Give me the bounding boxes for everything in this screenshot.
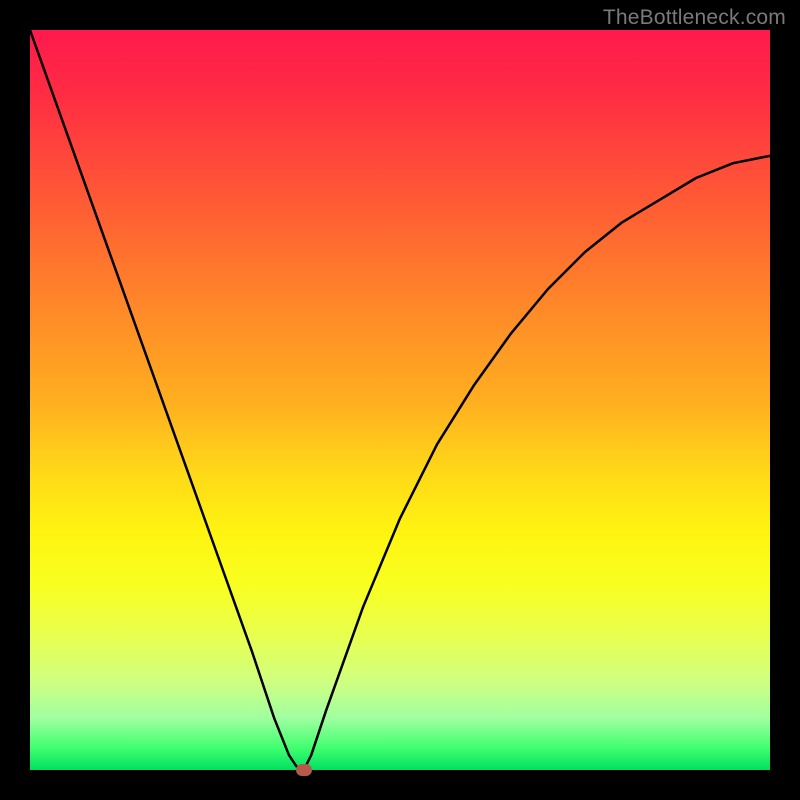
watermark-text: TheBottleneck.com xyxy=(603,6,786,30)
plot-area xyxy=(30,30,770,770)
chart-frame: TheBottleneck.com xyxy=(0,0,800,800)
optimal-point-marker xyxy=(296,764,312,776)
bottleneck-curve xyxy=(30,30,770,770)
